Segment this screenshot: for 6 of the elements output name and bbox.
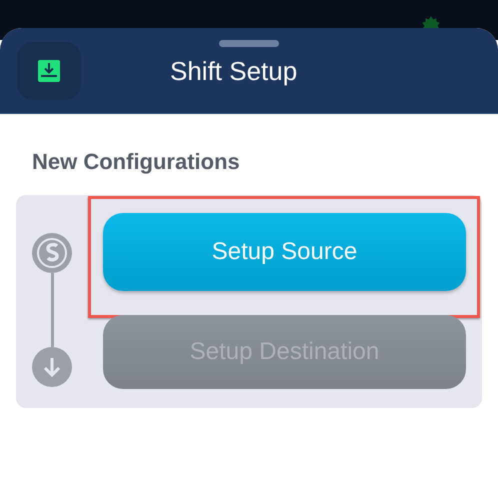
setup-source-button[interactable]: Setup Source	[103, 213, 466, 291]
sheet-title: Shift Setup	[170, 56, 298, 86]
download-icon	[37, 59, 61, 83]
drag-handle[interactable]	[219, 40, 279, 47]
section-title: New Configurations	[32, 149, 241, 175]
import-button[interactable]	[17, 42, 81, 100]
